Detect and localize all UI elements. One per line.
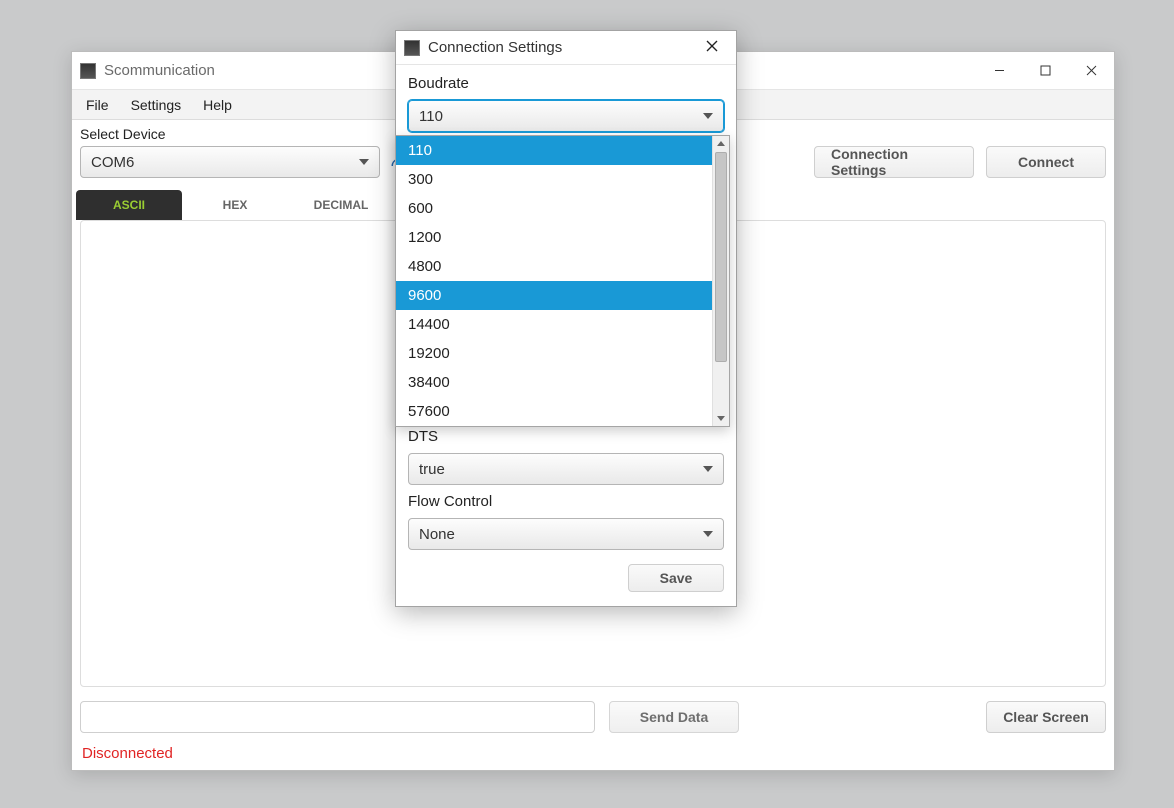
minimize-button[interactable] <box>976 56 1022 86</box>
bottom-row: Send Data Clear Screen <box>72 695 1114 741</box>
app-icon <box>80 63 96 79</box>
connection-status: Disconnected <box>82 745 173 762</box>
window-controls <box>976 56 1114 86</box>
scrollbar[interactable] <box>712 136 729 426</box>
maximize-button[interactable] <box>1022 56 1068 86</box>
baudrate-option[interactable]: 4800 <box>396 252 712 281</box>
connect-button[interactable]: Connect <box>986 146 1106 178</box>
dialog-icon <box>404 40 420 56</box>
menu-help[interactable]: Help <box>203 97 232 113</box>
chevron-down-icon <box>359 159 369 165</box>
baudrate-label: Boudrate <box>408 75 724 92</box>
baudrate-option[interactable]: 14400 <box>396 310 712 339</box>
baudrate-option[interactable]: 110 <box>396 136 712 165</box>
dialog-close-button[interactable] <box>696 39 728 56</box>
connection-settings-button[interactable]: Connection Settings <box>814 146 974 178</box>
device-label: Select Device <box>80 126 380 142</box>
baudrate-select[interactable]: 110 <box>408 100 724 132</box>
chevron-down-icon <box>703 466 713 472</box>
close-button[interactable] <box>1068 56 1114 86</box>
dts-value: true <box>419 461 445 478</box>
device-block: Select Device COM6 <box>80 126 380 178</box>
baudrate-option[interactable]: 300 <box>396 165 712 194</box>
flow-control-select[interactable]: None <box>408 518 724 550</box>
tab-decimal[interactable]: DECIMAL <box>288 190 394 220</box>
chevron-down-icon <box>703 113 713 119</box>
menu-file[interactable]: File <box>86 97 109 113</box>
baudrate-value: 110 <box>419 108 443 125</box>
scroll-up-icon <box>717 141 725 146</box>
baudrate-dropdown: 1103006001200480096001440019200384005760… <box>395 135 730 427</box>
dialog-footer: Save <box>408 564 724 592</box>
baudrate-option[interactable]: 1200 <box>396 223 712 252</box>
dts-select[interactable]: true <box>408 453 724 485</box>
dialog-title: Connection Settings <box>428 39 562 56</box>
baudrate-option[interactable]: 9600 <box>396 281 712 310</box>
flow-control-label: Flow Control <box>408 493 724 510</box>
send-input[interactable] <box>80 701 595 733</box>
send-data-button[interactable]: Send Data <box>609 701 739 733</box>
tab-hex[interactable]: HEX <box>182 190 288 220</box>
device-value: COM6 <box>91 154 134 171</box>
dialog-titlebar: Connection Settings <box>396 31 736 65</box>
tab-ascii[interactable]: ASCII <box>76 190 182 220</box>
baudrate-option-list: 1103006001200480096001440019200384005760… <box>396 136 712 426</box>
chevron-down-icon <box>703 531 713 537</box>
flow-control-value: None <box>419 526 455 543</box>
dts-label: DTS <box>408 428 724 445</box>
baudrate-option[interactable]: 600 <box>396 194 712 223</box>
button-group: Connection Settings Connect <box>814 146 1106 178</box>
baudrate-option[interactable]: 38400 <box>396 368 712 397</box>
baudrate-option[interactable]: 57600 <box>396 397 712 426</box>
scrollbar-thumb[interactable] <box>715 152 727 362</box>
menu-settings[interactable]: Settings <box>131 97 182 113</box>
clear-screen-button[interactable]: Clear Screen <box>986 701 1106 733</box>
baudrate-option[interactable]: 19200 <box>396 339 712 368</box>
device-select[interactable]: COM6 <box>80 146 380 178</box>
scroll-down-icon <box>717 416 725 421</box>
save-button[interactable]: Save <box>628 564 724 592</box>
window-title: Scommunication <box>104 62 215 79</box>
status-bar: Disconnected <box>72 741 1114 770</box>
